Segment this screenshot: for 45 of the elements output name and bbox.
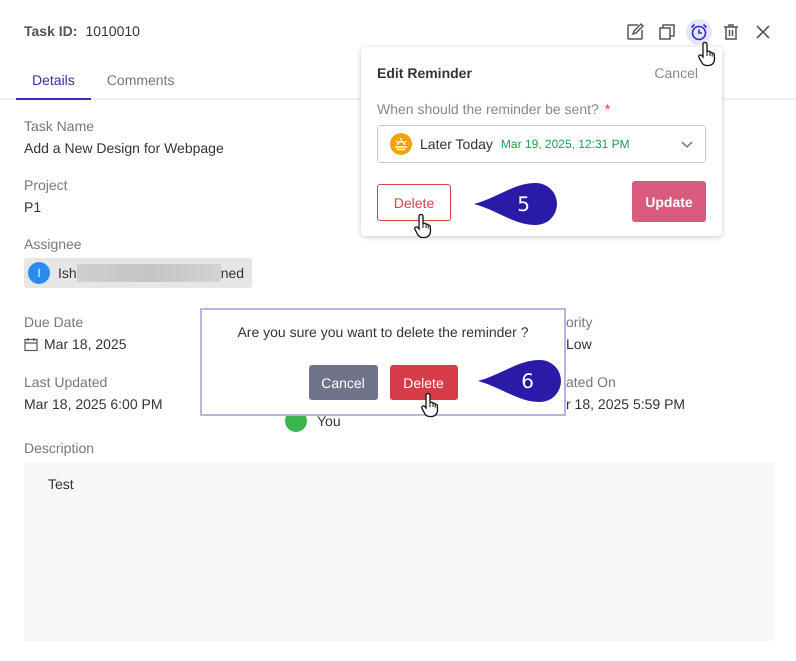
- step-callout: 6: [478, 360, 562, 402]
- field-label: Assignee: [24, 236, 82, 252]
- tab[interactable]: Comments: [90, 72, 190, 100]
- confirm-message: Are you sure you want to delete the reminder ?: [236, 324, 530, 340]
- field-label: When should the reminder be sent?: [377, 101, 599, 117]
- chevron-down-icon: [681, 140, 693, 148]
- edit-icon: [625, 22, 645, 42]
- field-value: Low: [566, 336, 592, 352]
- cancel-button[interactable]: Cancel: [308, 365, 378, 400]
- reminder-dropdown[interactable]: Later Today Mar 19, 2025, 12:31 PM: [377, 125, 706, 163]
- field-label: Description: [24, 440, 94, 456]
- sunrise-icon: [390, 133, 412, 155]
- avatar: I: [28, 262, 50, 284]
- calendar-icon: [24, 336, 38, 352]
- name-fragment: Ish: [58, 265, 77, 281]
- cancel-link[interactable]: Cancel: [654, 65, 698, 81]
- task-id-value: 1010010: [85, 23, 140, 39]
- required-mark: *: [604, 101, 610, 117]
- option-time: Mar 19, 2025, 12:31 PM: [500, 137, 631, 151]
- delete-button[interactable]: Delete: [377, 184, 451, 221]
- field-value: Mar 18, 2025 6:00 PM: [24, 396, 163, 412]
- field-label: Task Name: [24, 118, 94, 134]
- field-value: You: [317, 413, 341, 429]
- field-value: Add a New Design for Webpage: [24, 140, 224, 156]
- field-label: Last Updated: [24, 374, 108, 390]
- update-button[interactable]: Update: [632, 181, 706, 222]
- field-label: Due Date: [24, 314, 84, 330]
- field-value: P1: [24, 199, 42, 215]
- task-id-label: Task ID:: [24, 23, 78, 39]
- field-label: ority: [566, 314, 592, 330]
- popover-title: Edit Reminder: [377, 65, 472, 81]
- field-label: ated On: [566, 374, 616, 390]
- field-value: r 18, 2025 5:59 PM: [566, 396, 686, 412]
- alarm-clock-icon: [689, 22, 709, 42]
- name-fragment: ned: [220, 265, 244, 281]
- tab[interactable]: Details: [16, 72, 91, 100]
- delete-button[interactable]: Delete: [390, 365, 458, 400]
- alarm-clock-button[interactable]: [686, 19, 712, 45]
- field-value: Mar 18, 2025: [44, 336, 126, 352]
- copy-icon: [657, 22, 677, 42]
- trash-icon: [721, 22, 741, 42]
- field-label: Project: [24, 177, 68, 193]
- option-label: Later Today: [420, 136, 493, 152]
- description-box: Test: [24, 462, 774, 641]
- step-callout: 5: [474, 183, 558, 225]
